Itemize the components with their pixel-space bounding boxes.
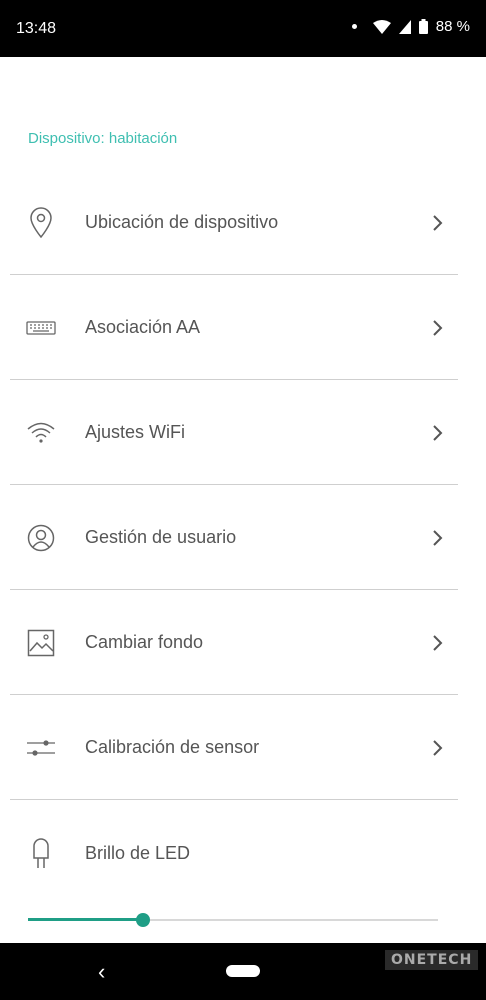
settings-screen: Dispositivo: habitación Ubicación de dis… [0,57,486,943]
back-icon[interactable]: ‹ [98,959,105,985]
home-pill-icon[interactable] [226,965,260,977]
menu-item-sensor-calibration[interactable]: Calibración de sensor [10,695,458,800]
notification-dot-icon [351,24,357,29]
cell-signal-icon [398,19,411,34]
battery-percent: 88 % [435,18,470,35]
watermark-logo: ONETECH [385,950,479,970]
led-bulb-icon [12,837,70,870]
chevron-right-icon [423,739,453,757]
keyboard-icon [12,320,70,335]
menu-item-label: Ajustes WiFi [85,422,186,442]
chevron-right-icon [423,529,453,547]
divider [10,799,458,800]
led-brightness-label: Brillo de LED [85,843,191,863]
chevron-right-icon [423,214,453,232]
chevron-right-icon [423,634,453,652]
slider-fill [28,918,143,921]
status-time: 13:48 [16,20,57,37]
menu-item-label: Cambiar fondo [85,632,204,652]
menu-item-aa-association[interactable]: Asociación AA [10,275,458,380]
menu-item-wifi[interactable]: Ajustes WiFi [10,380,458,485]
chevron-right-icon [423,424,453,442]
menu-item-label: Gestión de usuario [85,527,237,547]
user-icon [12,524,70,552]
menu-item-user-management[interactable]: Gestión de usuario [10,485,458,590]
status-bar: 13:48 88 % [0,0,486,57]
menu-item-label: Calibración de sensor [85,737,260,757]
wifi-icon [12,421,70,445]
sliders-icon [12,738,70,758]
status-icons: 88 % [351,18,470,35]
image-icon [12,629,70,657]
battery-icon [418,19,428,34]
led-brightness-slider[interactable] [28,912,438,928]
menu-item-change-background[interactable]: Cambiar fondo [10,590,458,695]
menu-item-label: Ubicación de dispositivo [85,212,279,232]
slider-thumb[interactable] [136,913,150,927]
location-pin-icon [12,206,70,239]
chevron-right-icon [423,319,453,337]
device-title: Dispositivo: habitación [28,130,178,147]
menu-item-location[interactable]: Ubicación de dispositivo [10,170,458,275]
wifi-signal-icon [372,19,391,34]
menu-item-label: Asociación AA [85,317,201,337]
led-brightness-row: Brillo de LED [10,801,458,906]
